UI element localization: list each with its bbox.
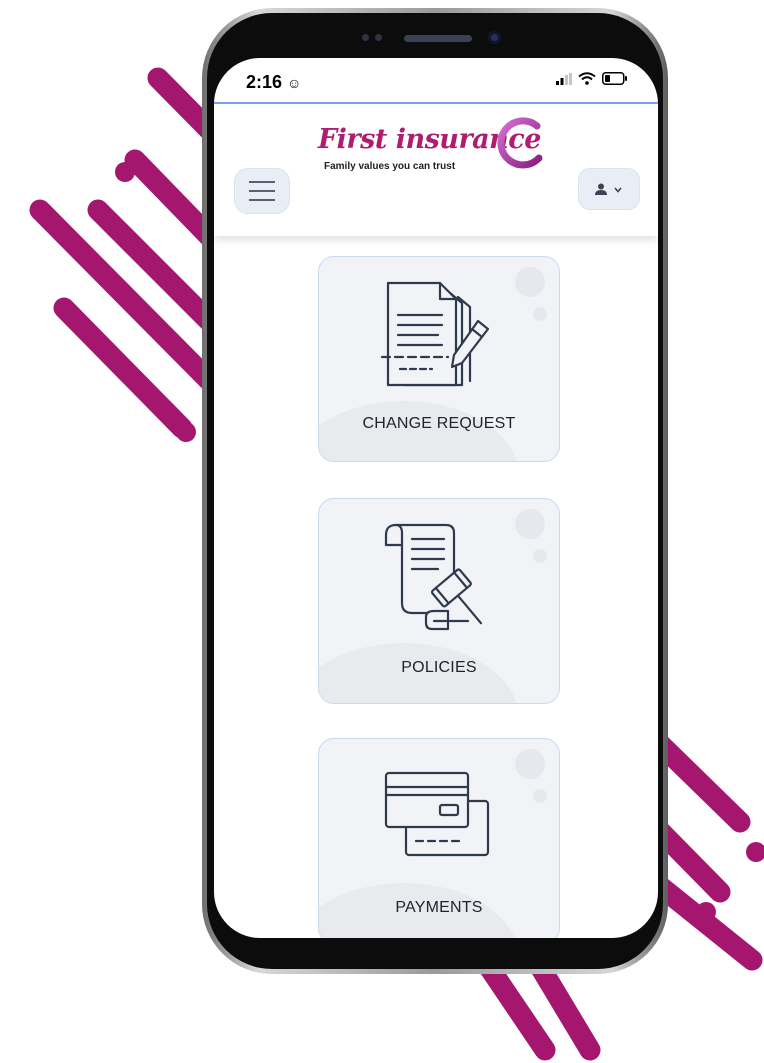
policies-label: POLICIES [401,659,477,676]
policies-card[interactable]: POLICIES [318,498,560,704]
face-icon: ☺ [287,75,302,91]
earpiece-speaker [404,35,472,42]
change-request-card[interactable]: CHANGE REQUEST [318,256,560,462]
wifi-icon [578,72,596,85]
cards-icon [384,771,490,857]
hamburger-icon [249,181,275,183]
logo-tagline: Family values you can trust [324,161,456,172]
payments-label: PAYMENTS [395,899,483,916]
phone-screen: 2:16 ☺ First insurance Family values you… [214,58,658,938]
user-menu-button[interactable] [578,168,640,210]
document-pen-icon [380,281,490,387]
notch-sensors [362,34,382,41]
payments-card[interactable]: PAYMENTS [318,738,560,938]
time-text: 2:16 [246,72,283,92]
logo-ring-icon [497,117,543,169]
signal-icon [556,72,572,85]
hamburger-menu-button[interactable] [234,168,290,214]
front-camera [488,31,501,44]
user-icon [595,183,607,195]
status-time: 2:16 ☺ [246,72,301,93]
status-icons [556,72,628,85]
chevron-down-icon [614,187,622,193]
status-bar: 2:16 ☺ [214,58,658,102]
battery-icon [602,72,627,85]
change-request-label: CHANGE REQUEST [362,415,516,432]
app-header: First insurance Family values you can tr… [214,104,658,236]
scroll-gavel-icon [384,523,483,631]
